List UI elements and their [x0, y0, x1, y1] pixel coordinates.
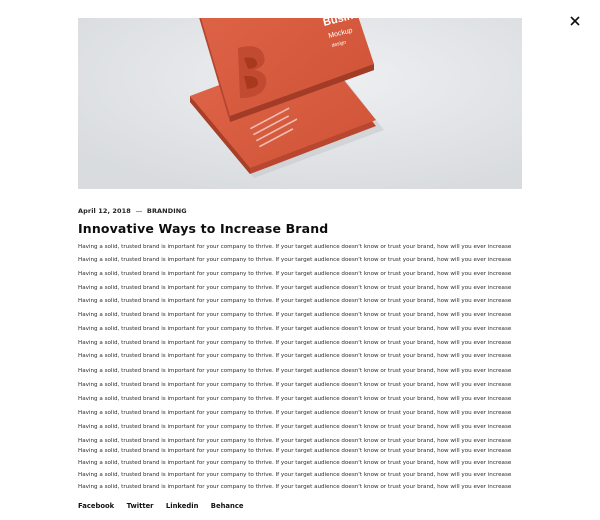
body-line: Having a solid, trusted brand is importa… — [78, 472, 512, 478]
body-line: Having a solid, trusted brand is importa… — [78, 244, 512, 250]
body-line: Having a solid, trusted brand is importa… — [78, 484, 512, 490]
social-link-behance[interactable]: Behance — [211, 502, 244, 510]
body-line: Having a solid, trusted brand is importa… — [78, 368, 512, 374]
body-line: Having a solid, trusted brand is importa… — [78, 448, 512, 454]
body-line: Having a solid, trusted brand is importa… — [78, 396, 512, 402]
close-icon — [570, 16, 580, 26]
body-line: Having a solid, trusted brand is importa… — [78, 340, 512, 346]
social-link-twitter[interactable]: Twitter — [127, 502, 154, 510]
body-line: Having a solid, trusted brand is importa… — [78, 353, 512, 359]
body-line: Having a solid, trusted brand is importa… — [78, 410, 512, 416]
post-date: April 12, 2018 — [78, 207, 131, 215]
body-line: Having a solid, trusted brand is importa… — [78, 326, 512, 332]
close-button[interactable] — [568, 14, 582, 28]
meta-separator — [135, 210, 142, 212]
body-line: Having a solid, trusted brand is importa… — [78, 424, 512, 430]
body-line: Having a solid, trusted brand is importa… — [78, 257, 512, 263]
body-line: Having a solid, trusted brand is importa… — [78, 382, 512, 388]
post-meta: April 12, 2018 BRANDING — [78, 207, 187, 215]
body-line: Having a solid, trusted brand is importa… — [78, 312, 512, 318]
social-link-linkedin[interactable]: Linkedin — [166, 502, 198, 510]
social-link-facebook[interactable]: Facebook — [78, 502, 114, 510]
body-line: Having a solid, trusted brand is importa… — [78, 285, 512, 291]
post-category[interactable]: BRANDING — [147, 207, 187, 215]
body-line: Having a solid, trusted brand is importa… — [78, 271, 512, 277]
social-links: Facebook Twitter Linkedin Behance — [78, 502, 253, 510]
hero-image: Business Mockup design — [78, 18, 522, 189]
body-line: Having a solid, trusted brand is importa… — [78, 438, 512, 444]
body-line: Having a solid, trusted brand is importa… — [78, 298, 512, 304]
post-title: Innovative Ways to Increase Brand — [78, 221, 329, 236]
body-line: Having a solid, trusted brand is importa… — [78, 460, 512, 466]
